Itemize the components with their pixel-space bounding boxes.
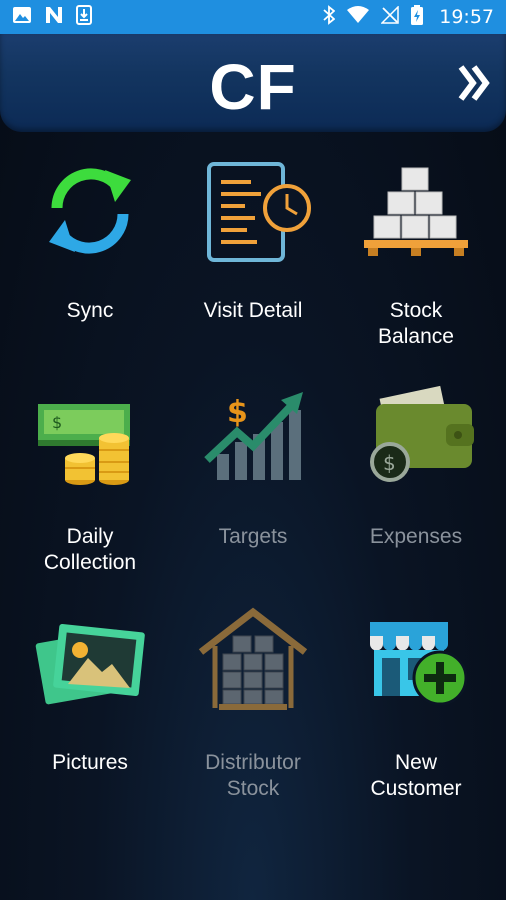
pictures-tile[interactable]: Pictures [6, 592, 174, 812]
sync-label: Sync [66, 299, 114, 322]
targets-tile[interactable]: $ Targets [169, 366, 337, 586]
battery-icon [411, 4, 424, 30]
distributor-stock-label: Distributor Stock [205, 751, 301, 800]
pictures-icon [35, 623, 145, 705]
svg-text:$: $ [383, 451, 396, 475]
expenses-label: Expenses [369, 525, 463, 548]
download-icon [76, 4, 92, 30]
app-header: CF [0, 34, 506, 132]
daily-collection-tile[interactable]: $ Daily Collection [6, 366, 174, 586]
new-customer-icon [370, 622, 468, 706]
bluetooth-icon [323, 4, 336, 30]
double-chevron-right-icon[interactable] [458, 64, 492, 107]
status-time: 19:57 [439, 6, 494, 28]
visit-detail-label: Visit Detail [203, 299, 303, 322]
targets-label: Targets [218, 525, 288, 548]
targets-icon: $ [204, 392, 303, 480]
n-icon [44, 6, 64, 29]
stock-balance-label: Stock Balance [378, 299, 454, 348]
sync-icon [49, 168, 131, 254]
distributor-stock-icon [198, 607, 308, 710]
sync-tile[interactable]: Sync [6, 140, 174, 360]
visit-detail-tile[interactable]: Visit Detail [169, 140, 337, 360]
expenses-tile[interactable]: $ Expenses [332, 366, 500, 586]
daily-collection-icon: $ [38, 404, 130, 485]
svg-text:$: $ [227, 395, 248, 430]
image-icon [12, 6, 32, 29]
new-customer-label: New Customer [370, 751, 462, 800]
wifi-icon [347, 5, 370, 29]
distributor-stock-tile[interactable]: Distributor Stock [169, 592, 337, 812]
no-signal-icon [380, 4, 399, 29]
pictures-label: Pictures [52, 751, 128, 774]
status-bar: 19:57 [0, 0, 506, 34]
stock-balance-icon [364, 167, 468, 256]
expenses-icon: $ [370, 385, 474, 482]
stock-balance-tile[interactable]: Stock Balance [332, 140, 500, 360]
visit-detail-icon [207, 162, 311, 262]
app-title: CF [209, 51, 297, 123]
new-customer-tile[interactable]: New Customer [332, 592, 500, 812]
daily-collection-label: Daily Collection [43, 525, 137, 574]
svg-text:$: $ [52, 413, 62, 432]
